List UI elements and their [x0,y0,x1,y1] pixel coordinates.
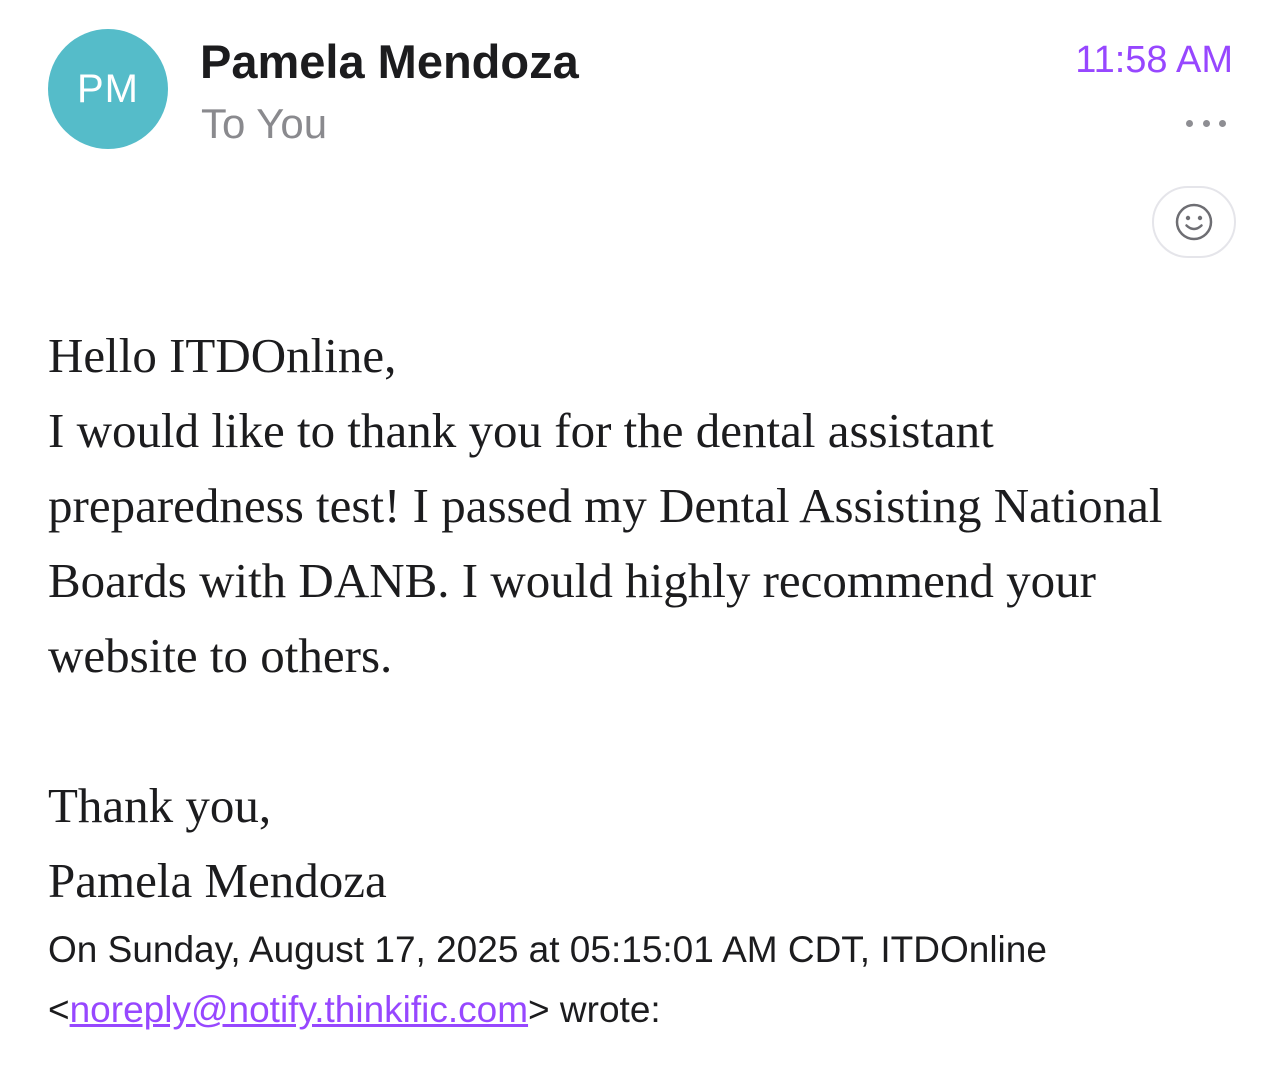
sender-email-link[interactable]: noreply@notify.thinkific.com [70,989,528,1030]
ellipsis-icon [1186,119,1193,127]
message-closing: Thank you, [48,778,272,833]
more-options-button[interactable] [1180,104,1232,142]
smiley-icon [1175,203,1213,241]
recipient-line: To You [201,100,328,147]
message-signature: Pamela Mendoza [48,853,387,908]
message-paragraph: I would like to thank you for the dental… [48,403,1163,683]
message-greeting: Hello ITDOnline, [48,328,397,383]
message-time: 11:58 AM [1075,39,1233,81]
sender-name[interactable]: Pamela Mendoza [200,34,579,89]
message-body: Hello ITDOnline, I would like to thank y… [48,318,1248,918]
ellipsis-icon [1202,119,1210,127]
add-reaction-button[interactable] [1152,186,1236,258]
quoted-reply-header: On Sunday, August 17, 2025 at 05:15:01 A… [48,920,1248,1040]
quote-intro-suffix: > wrote: [528,989,661,1030]
avatar[interactable]: PM [48,29,168,149]
avatar-initials: PM [77,66,139,111]
ellipsis-icon [1219,119,1226,127]
